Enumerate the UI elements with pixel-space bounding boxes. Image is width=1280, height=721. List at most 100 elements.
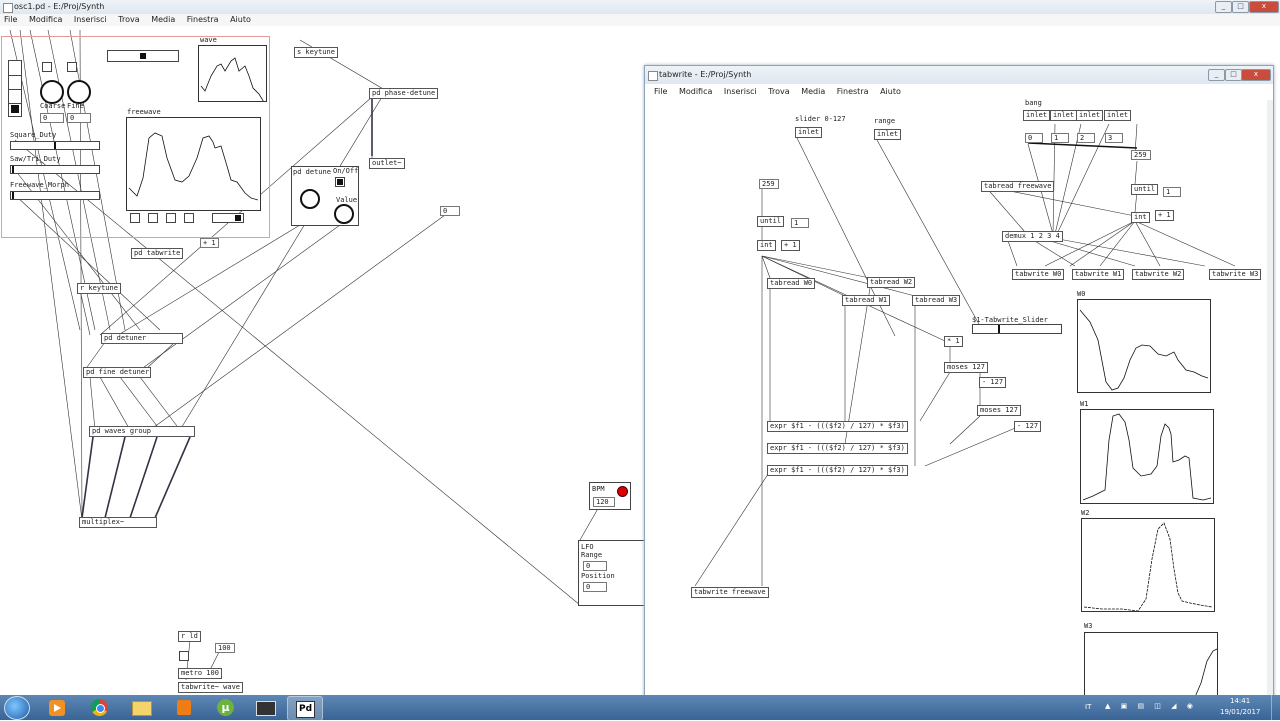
maximize-button[interactable]: □: [1232, 1, 1249, 13]
clock-date[interactable]: 19/01/2017: [1220, 708, 1260, 716]
tabread-w1-object[interactable]: tabread W1: [842, 295, 891, 306]
metro-bang[interactable]: [179, 651, 189, 661]
pd-fine-detuner-object[interactable]: pd fine detuner: [83, 367, 151, 378]
inlet-3[interactable]: inlet: [1076, 110, 1104, 121]
fine-value[interactable]: 0: [67, 113, 91, 123]
one-left[interactable]: 1: [791, 218, 809, 228]
expr-object-2[interactable]: expr $f1 - ((($f2) / 127) * $f3): [767, 443, 908, 454]
pd-tabwrite-object[interactable]: pd tabwrite: [131, 248, 184, 259]
tabread-w0-object[interactable]: tabread W0: [767, 278, 816, 289]
msg-1[interactable]: 1: [1051, 133, 1069, 143]
inlet-range[interactable]: inlet: [874, 129, 902, 140]
demux-object[interactable]: demux 1 2 3 4: [1002, 231, 1063, 242]
bpm-gop[interactable]: BPM 120: [589, 482, 631, 510]
sub-scrollbar[interactable]: [1267, 100, 1273, 696]
msg-0[interactable]: 0: [1025, 133, 1043, 143]
coarse-knob[interactable]: [40, 80, 64, 104]
outlet-object[interactable]: outlet~: [369, 158, 405, 169]
one-right[interactable]: 1: [1163, 187, 1181, 197]
tabread-freewave-object[interactable]: tabread freewave: [981, 181, 1055, 192]
tabwrite-slider[interactable]: [972, 324, 1062, 334]
freewave-graph[interactable]: [126, 117, 261, 211]
r-ld-object[interactable]: r ld: [178, 631, 201, 642]
clock-time[interactable]: 14:41: [1230, 697, 1250, 705]
int-left[interactable]: int: [757, 240, 776, 251]
sub-close-button[interactable]: x: [1241, 69, 1271, 81]
fine-knob[interactable]: [67, 80, 91, 104]
show-desktop-button[interactable]: [1271, 695, 1280, 720]
sub-menu-finestra[interactable]: Finestra: [837, 85, 869, 99]
minus127-object[interactable]: - 127: [979, 377, 1007, 388]
plus1-right[interactable]: + 1: [1155, 210, 1174, 221]
zero-number-box[interactable]: 0: [440, 206, 460, 216]
inlet-bang[interactable]: inlet: [1023, 110, 1051, 121]
language-indicator[interactable]: IT: [1085, 703, 1091, 711]
detune-knob-b[interactable]: [334, 204, 354, 224]
start-orb-icon[interactable]: [4, 696, 30, 720]
inlet-4[interactable]: inlet: [1104, 110, 1132, 121]
count-259-left[interactable]: 259: [759, 179, 779, 189]
menu-media[interactable]: Media: [151, 14, 175, 26]
minimize-button[interactable]: _: [1215, 1, 1232, 13]
menu-file[interactable]: File: [4, 14, 17, 26]
times1-object[interactable]: * 1: [944, 336, 963, 347]
count-259-right[interactable]: 259: [1131, 150, 1151, 160]
position-value[interactable]: 0: [583, 582, 607, 592]
expr-object-3[interactable]: expr $f1 - ((($f2) / 127) * $f3): [767, 465, 908, 476]
utorrent-icon[interactable]: µ: [208, 696, 242, 719]
w1-array-graph[interactable]: [1080, 409, 1214, 504]
explorer-icon[interactable]: [124, 696, 158, 719]
fine-toggle[interactable]: [67, 62, 77, 72]
pd-detune-gop[interactable]: pd detune On/Off Value: [291, 166, 359, 226]
bpm-value[interactable]: 120: [593, 497, 615, 507]
sub-menu-inserisci[interactable]: Inserisci: [724, 85, 757, 99]
coarse-toggle[interactable]: [42, 62, 52, 72]
menu-trova[interactable]: Trova: [118, 14, 139, 26]
pure-data-icon[interactable]: Pd: [287, 696, 323, 721]
r-keytune-object[interactable]: r keytune: [77, 283, 121, 294]
freewave-radio[interactable]: [212, 213, 244, 223]
tabread-w3-object[interactable]: tabread W3: [912, 295, 961, 306]
tabread-w2-object[interactable]: tabread W2: [867, 277, 916, 288]
sub-menu-aiuto[interactable]: Aiuto: [880, 85, 901, 99]
menu-modifica[interactable]: Modifica: [29, 14, 62, 26]
tabwrite-w1-object[interactable]: tabwrite W1: [1072, 269, 1125, 280]
w2-array-graph[interactable]: [1081, 518, 1215, 612]
tabwrite-w0-object[interactable]: tabwrite W0: [1012, 269, 1065, 280]
sub-menu-media[interactable]: Media: [801, 85, 825, 99]
bang-1[interactable]: [148, 213, 158, 223]
video-editor-icon[interactable]: [248, 696, 282, 719]
menu-finestra[interactable]: Finestra: [187, 14, 219, 26]
moses127b-object[interactable]: moses 127: [977, 405, 1021, 416]
detune-toggle[interactable]: [335, 177, 345, 187]
chrome-icon[interactable]: [83, 696, 117, 719]
plus1-left[interactable]: + 1: [781, 240, 800, 251]
lfo-gop[interactable]: LFO Range 0 Position 0: [578, 540, 646, 606]
w0-array-graph[interactable]: [1077, 299, 1211, 393]
w3-array-graph[interactable]: [1084, 632, 1218, 697]
plus-one-object[interactable]: + 1: [200, 238, 219, 248]
bang-0[interactable]: [130, 213, 140, 223]
media-player-icon[interactable]: [40, 696, 74, 719]
sub-minimize-button[interactable]: _: [1208, 69, 1225, 81]
hundred-number[interactable]: 100: [215, 643, 235, 653]
saw-tri-duty-slider[interactable]: [10, 165, 100, 174]
s-keytune-object[interactable]: s keytune: [294, 47, 338, 58]
freewave-morph-slider[interactable]: [10, 191, 100, 200]
sub-menu-file[interactable]: File: [654, 85, 667, 99]
detune-knob-a[interactable]: [300, 189, 320, 209]
square-duty-slider[interactable]: [10, 141, 100, 150]
sub-menu-modifica[interactable]: Modifica: [679, 85, 712, 99]
bpm-bang[interactable]: [617, 486, 628, 497]
expr-object-1[interactable]: expr $f1 - ((($f2) / 127) * $f3): [767, 421, 908, 432]
waveform-radio[interactable]: [107, 50, 179, 62]
msg-2[interactable]: 2: [1077, 133, 1095, 143]
close-button[interactable]: x: [1249, 1, 1279, 13]
minus127b-object[interactable]: - 127: [1014, 421, 1042, 432]
tabwrite-wave-object[interactable]: tabwrite~ wave: [178, 682, 244, 693]
msg-3[interactable]: 3: [1105, 133, 1123, 143]
int-right[interactable]: int: [1131, 212, 1150, 223]
bang-3[interactable]: [184, 213, 194, 223]
sub-menu-trova[interactable]: Trova: [768, 85, 789, 99]
pd-phase-detune-object[interactable]: pd phase-detune: [369, 88, 439, 99]
